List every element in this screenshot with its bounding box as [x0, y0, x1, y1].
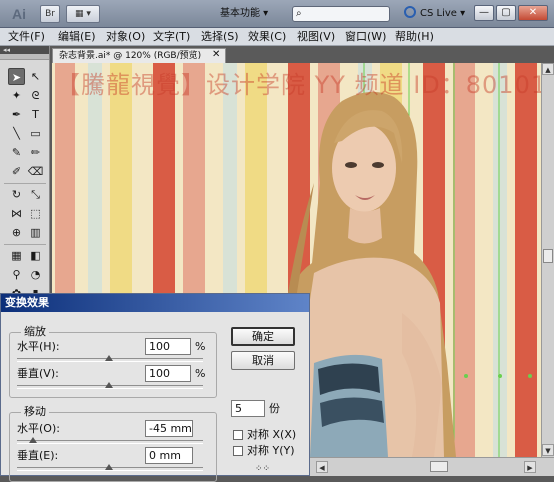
slider-thumb-icon[interactable]	[105, 464, 113, 470]
menu-type[interactable]: 文字(T)	[153, 30, 190, 44]
scroll-down-icon[interactable]: ▼	[542, 444, 554, 456]
cs-live-label: CS Live ▾	[420, 8, 466, 19]
direct-selection-tool-icon[interactable]: ↖	[27, 68, 44, 85]
horizontal-scrollbar[interactable]: ◀ ▶	[310, 457, 554, 476]
tools-panel-grip[interactable]	[0, 54, 49, 60]
cs-live-menu[interactable]: CS Live ▾	[404, 6, 465, 22]
dialog-title[interactable]: 变换效果	[1, 294, 309, 312]
scale-horizontal-unit: %	[195, 340, 206, 353]
tools-divider	[4, 183, 46, 184]
cancel-button[interactable]: 取消	[231, 351, 295, 370]
selection-tool-icon[interactable]: ➤	[8, 68, 25, 85]
scale-horizontal-input[interactable]: 100	[145, 338, 191, 355]
scale-vertical-unit: %	[195, 367, 206, 380]
pencil-tool-icon[interactable]: ✏	[27, 144, 44, 161]
width-tool-icon[interactable]: ⋈	[8, 205, 25, 222]
slider-thumb-icon[interactable]	[105, 382, 113, 388]
free-transform-tool-icon[interactable]: ⬚	[27, 205, 44, 222]
vertical-scroll-thumb[interactable]	[543, 249, 553, 263]
anchor-point	[464, 374, 468, 378]
reflect-y-checkbox[interactable]	[233, 446, 243, 456]
menu-select[interactable]: 选择(S)	[201, 30, 239, 44]
stripe-mint	[493, 63, 507, 457]
tools-panel-collapse-icon[interactable]: ◂◂	[0, 46, 49, 54]
anchor-point	[528, 374, 532, 378]
menu-view[interactable]: 视图(V)	[297, 30, 335, 44]
copies-label: 份	[269, 402, 280, 415]
reflect-x-checkbox[interactable]	[233, 430, 243, 440]
watermark-text: 【騰龍視覺】设计学院 YY 频道 ID：80101	[56, 71, 541, 99]
stripe-red	[515, 63, 537, 457]
rotate-tool-icon[interactable]: ↻	[8, 186, 25, 203]
rectangle-tool-icon[interactable]: ▭	[27, 125, 44, 142]
reference-point-icon[interactable]: ⁘⁘	[255, 464, 270, 474]
gradient-tool-icon[interactable]: ◧	[27, 247, 44, 264]
document-tab-label: 杂志背景.ai* @ 120% (RGB/预览)	[59, 51, 202, 61]
shape-builder-tool-icon[interactable]: ⊕	[8, 224, 25, 241]
pen-tool-icon[interactable]: ✒	[8, 106, 25, 123]
slider-thumb-icon[interactable]	[105, 355, 113, 361]
scale-tool-icon[interactable]: ⤡	[27, 186, 44, 203]
transform-effect-dialog: 变换效果 缩放 水平(H): 100 % 垂直(V): 100 % 移动 水平(…	[0, 293, 310, 482]
eyedropper-tool-icon[interactable]: ⚲	[8, 266, 25, 283]
horizontal-scroll-thumb[interactable]	[430, 461, 448, 472]
workspace-switcher[interactable]: 基本功能 ▾	[220, 5, 282, 23]
type-tool-icon[interactable]: T	[27, 106, 44, 123]
vertical-scrollbar[interactable]: ▲ ▼	[541, 63, 554, 457]
lasso-tool-icon[interactable]: ᘓ	[27, 87, 44, 104]
menu-effect[interactable]: 效果(C)	[248, 30, 286, 44]
search-input[interactable]: ⌕	[292, 6, 390, 22]
line-tool-icon[interactable]: ╲	[8, 125, 25, 142]
mesh-tool-icon[interactable]: ▦	[8, 247, 25, 264]
anchor-point	[498, 374, 502, 378]
close-button[interactable]: ✕	[518, 5, 548, 21]
search-icon: ⌕	[296, 8, 302, 19]
move-horizontal-label: 水平(O):	[17, 422, 60, 435]
scroll-up-icon[interactable]: ▲	[542, 63, 554, 75]
magic-wand-tool-icon[interactable]: ✦	[8, 87, 25, 104]
eraser-tool-icon[interactable]: ⌫	[27, 163, 44, 180]
menu-bar: 文件(F) 编辑(E) 对象(O) 文字(T) 选择(S) 效果(C) 视图(V…	[0, 28, 554, 46]
copies-input[interactable]: 5	[231, 400, 265, 417]
scale-vertical-label: 垂直(V):	[17, 367, 59, 380]
blend-tool-icon[interactable]: ◔	[27, 266, 44, 283]
scale-horizontal-label: 水平(H):	[17, 340, 60, 353]
arrange-documents-button[interactable]: ▦ ▾	[66, 5, 100, 23]
minimize-button[interactable]: —	[474, 5, 494, 21]
bridge-button[interactable]: Br	[40, 5, 60, 23]
reflect-y-label: 对称 Y(Y)	[247, 444, 295, 457]
reflect-x-label: 对称 X(X)	[247, 428, 297, 441]
menu-help[interactable]: 帮助(H)	[395, 30, 434, 44]
restore-button[interactable]: ▢	[496, 5, 516, 21]
ok-button[interactable]: 确定	[231, 327, 295, 346]
menu-edit[interactable]: 编辑(E)	[58, 30, 96, 44]
scroll-left-icon[interactable]: ◀	[316, 461, 328, 473]
menu-object[interactable]: 对象(O)	[106, 30, 145, 44]
move-vertical-input[interactable]: 0 mm	[145, 447, 193, 464]
blob-brush-tool-icon[interactable]: ✐	[8, 163, 25, 180]
scroll-right-icon[interactable]: ▶	[524, 461, 536, 473]
scale-group-label: 缩放	[21, 326, 49, 338]
move-horizontal-slider[interactable]	[17, 440, 203, 444]
cs-live-icon	[404, 6, 416, 18]
move-vertical-label: 垂直(E):	[17, 449, 59, 462]
tools-divider	[4, 244, 46, 245]
document-tab[interactable]: 杂志背景.ai* @ 120% (RGB/预览)	[52, 48, 226, 63]
menu-file[interactable]: 文件(F)	[8, 30, 45, 44]
app-title-bar: Ai Br ▦ ▾ 基本功能 ▾ ⌕ CS Live ▾ — ▢ ✕	[0, 0, 554, 28]
paintbrush-tool-icon[interactable]: ✎	[8, 144, 25, 161]
scale-vertical-input[interactable]: 100	[145, 365, 191, 382]
stripe-salmon	[453, 63, 475, 457]
move-horizontal-input[interactable]: -45 mm	[145, 420, 193, 437]
illustrator-logo: Ai	[12, 6, 26, 22]
tab-close-icon[interactable]: ✕	[212, 48, 220, 62]
perspective-grid-tool-icon[interactable]: ▥	[27, 224, 44, 241]
menu-window[interactable]: 窗口(W)	[345, 30, 386, 44]
move-group-label: 移动	[21, 406, 49, 418]
slider-thumb-icon[interactable]	[29, 437, 37, 443]
